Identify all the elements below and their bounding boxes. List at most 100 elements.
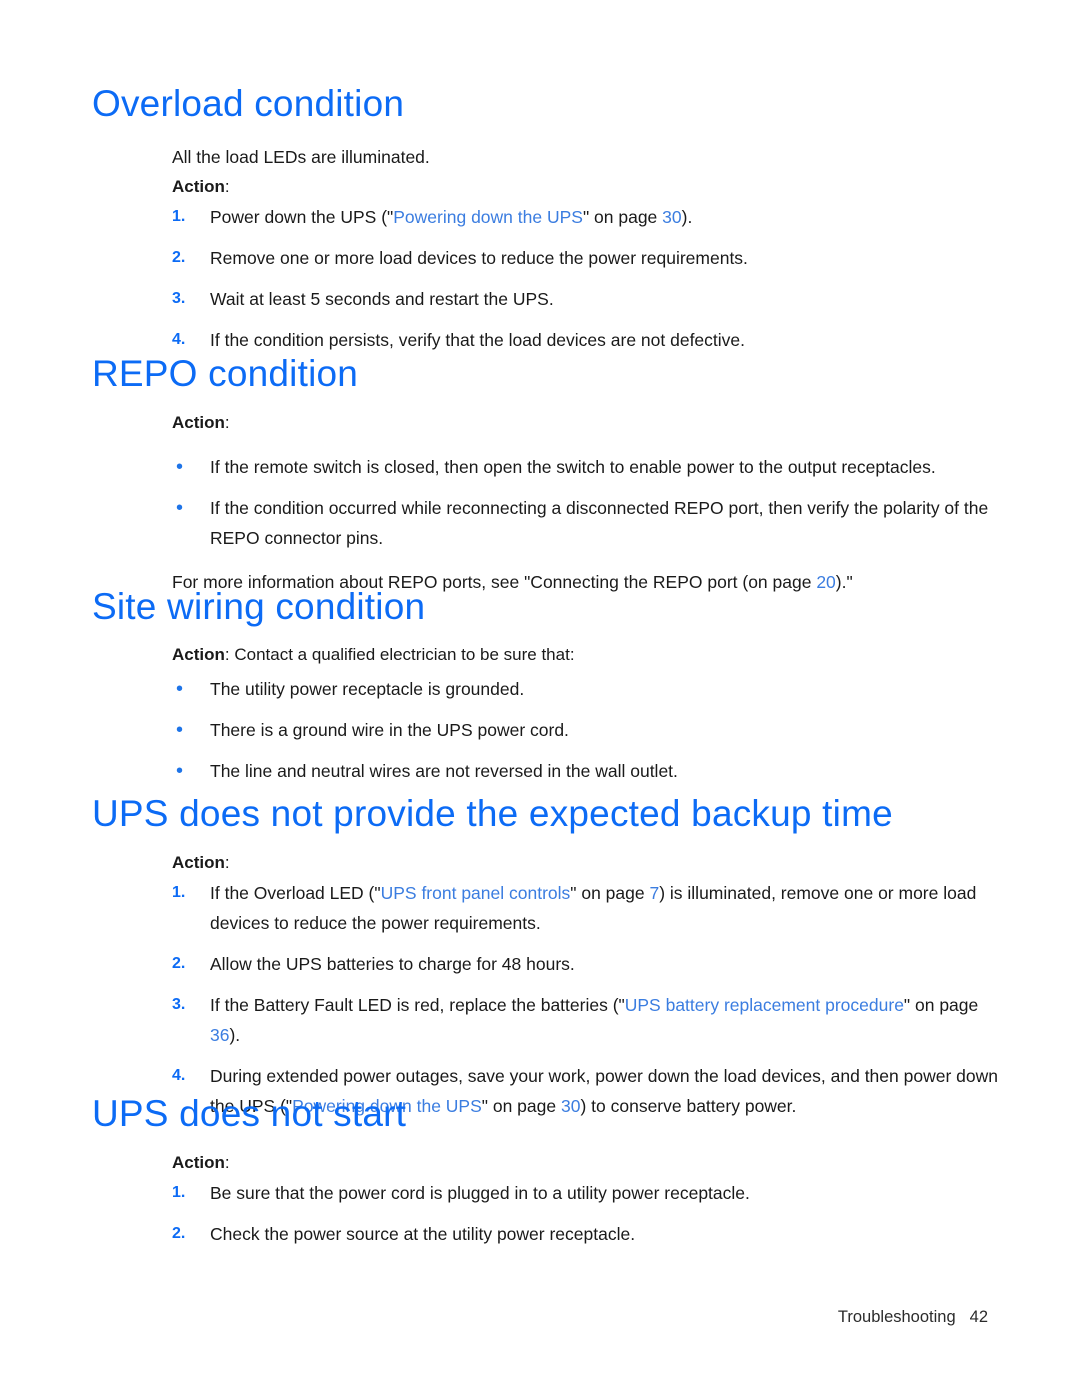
footer-chapter-label: Troubleshooting (837, 1308, 956, 1326)
list-item-number: 1. (172, 208, 186, 225)
text-run: If the condition persists, verify that t… (210, 330, 746, 350)
list-item-number: 1. (172, 1184, 186, 1201)
cross-reference-link[interactable]: 36 (210, 1025, 229, 1045)
text-run: If the Overload LED (" (210, 883, 381, 903)
list-item-text: The utility power receptacle is grounded… (210, 679, 524, 699)
list-item-number: 4. (172, 331, 186, 348)
list-item-text: If the Battery Fault LED is red, replace… (210, 995, 978, 1045)
list-item-text: If the condition persists, verify that t… (210, 330, 745, 350)
text-run: " on page (481, 1096, 561, 1116)
list-item-text: Allow the UPS batteries to charge for 48… (210, 954, 575, 974)
list-item-text: If the Overload LED ("UPS front panel co… (210, 883, 976, 933)
numbered-list: 1. If the Overload LED ("UPS front panel … (172, 878, 1002, 1121)
section-body-site-wiring-condition: Action: Contact a qualified electrician … (172, 640, 992, 786)
list-item-text: The line and neutral wires are not rever… (210, 761, 678, 781)
list-item-text: Check the power source at the utility po… (210, 1224, 635, 1244)
text-run: Check the power source at the utility po… (210, 1224, 636, 1244)
list-item-text: If the condition occurred while reconnec… (210, 498, 988, 548)
action-suffix: : Contact a qualified electrician to be … (224, 645, 575, 664)
text-run: Be sure that the power cord is plugged i… (210, 1183, 750, 1203)
list-item-number: 3. (172, 996, 186, 1013)
action-suffix: : (224, 413, 230, 432)
bullet-icon: • (176, 760, 184, 782)
cross-reference-link[interactable]: 30 (662, 207, 681, 227)
footer-page-number: 42 (969, 1308, 988, 1326)
numbered-list: 1. Be sure that the power cord is plugged… (172, 1178, 992, 1249)
text-run: " on page (582, 207, 663, 227)
cross-reference-link[interactable]: 30 (561, 1096, 580, 1116)
cross-reference-link[interactable]: Powering down the UPS (393, 207, 583, 227)
section-heading-overload-condition: Overload condition (92, 83, 405, 124)
text-run: " on page (570, 883, 650, 903)
text-run: ) to conserve battery power. (580, 1096, 797, 1116)
text-run: The utility power receptacle is grounded… (210, 679, 525, 699)
numbered-list-item: 2. Allow the UPS batteries to charge for … (172, 949, 1002, 979)
action-word: Action (172, 645, 225, 664)
list-item-text: Remove one or more load devices to reduc… (210, 248, 748, 268)
action-label: Action: (172, 1148, 992, 1178)
list-item-text: Be sure that the power cord is plugged i… (210, 1183, 750, 1203)
bulleted-list-item: • The line and neutral wires are not reve… (172, 756, 992, 786)
list-item-number: 4. (172, 1067, 186, 1084)
text-run: There is a ground wire in the UPS power … (210, 720, 569, 740)
text-run: If the Battery Fault LED is red, replace… (210, 995, 625, 1015)
text-run: Power down the UPS (" (210, 207, 394, 227)
numbered-list-item: 3. Wait at least 5 seconds and restart th… (172, 284, 1032, 314)
text-run: Wait at least 5 seconds and restart the … (210, 289, 554, 309)
numbered-list: 1. Power down the UPS ("Powering down the… (172, 202, 1032, 355)
section-body-overload-condition: All the load LEDs are illuminated. Actio… (172, 142, 1032, 355)
action-label: Action: Contact a qualified electrician … (172, 640, 992, 670)
section-heading-ups-does-not-start: UPS does not start (92, 1093, 407, 1134)
list-item-number: 3. (172, 290, 186, 307)
numbered-list-item: 1. Power down the UPS ("Powering down the… (172, 202, 1032, 232)
cross-reference-link[interactable]: 20 (816, 572, 835, 592)
section-body-ups-does-not-start: Action: 1. Be sure that the power cord is… (172, 1148, 992, 1249)
action-label: Action: (172, 848, 1002, 878)
numbered-list-item: 3. If the Battery Fault LED is red, repla… (172, 990, 1002, 1050)
intro-text: All the load LEDs are illuminated. (172, 147, 430, 167)
numbered-list-item: 2. Remove one or more load devices to red… (172, 243, 1032, 273)
list-item-text: There is a ground wire in the UPS power … (210, 720, 569, 740)
cross-reference-link[interactable]: UPS battery replacement procedure (625, 995, 904, 1015)
cross-reference-link[interactable]: UPS front panel controls (381, 883, 571, 903)
text-run: " on page (903, 995, 979, 1015)
action-suffix: : (224, 1153, 230, 1172)
text-run: Remove one or more load devices to reduc… (210, 248, 748, 268)
action-label: Action: (172, 172, 1032, 202)
numbered-list-item: 2. Check the power source at the utility … (172, 1219, 992, 1249)
list-item-number: 2. (172, 955, 186, 972)
bulleted-list-item: • If the condition occurred while reconne… (172, 493, 1002, 553)
list-item-number: 1. (172, 884, 186, 901)
section-heading-site-wiring-condition: Site wiring condition (92, 586, 426, 627)
text-run: If the remote switch is closed, then ope… (210, 457, 936, 477)
action-suffix: : (224, 177, 230, 196)
bullet-icon: • (176, 456, 184, 478)
bulleted-list: • The utility power receptacle is grounde… (172, 674, 992, 786)
cross-reference-link[interactable]: 7 (649, 883, 659, 903)
action-label: Action: (172, 408, 1002, 438)
action-suffix: : (224, 853, 230, 872)
text-run: )." (835, 572, 853, 592)
bulleted-list-item: • There is a ground wire in the UPS power… (172, 715, 992, 745)
section-body-repo-condition: Action: • If the remote switch is closed,… (172, 408, 1002, 597)
text-run: ). (229, 1025, 241, 1045)
text-run: Allow the UPS batteries to charge for 48… (210, 954, 575, 974)
action-word: Action (172, 1153, 225, 1172)
numbered-list-item: 1. Be sure that the power cord is plugged… (172, 1178, 992, 1208)
section-body-ups-backup-time: Action: 1. If the Overload LED ("UPS fron… (172, 848, 1002, 1121)
bullet-icon: • (176, 678, 184, 700)
text-run: If the condition occurred while reconnec… (210, 498, 989, 548)
document-page: Overload condition All the load LEDs are… (0, 0, 1080, 1397)
bullet-icon: • (176, 497, 184, 519)
action-word: Action (172, 413, 225, 432)
